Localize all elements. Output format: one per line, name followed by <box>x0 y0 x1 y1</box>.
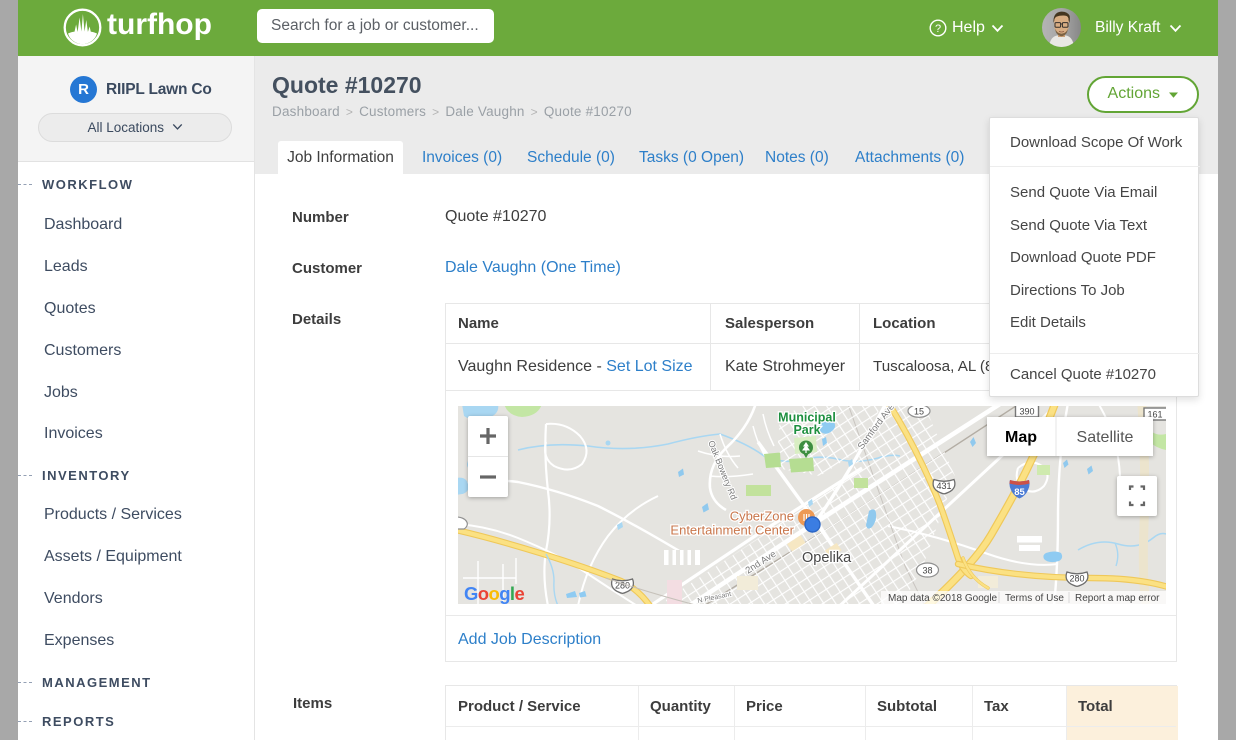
svg-text:Map: Map <box>1005 429 1037 446</box>
svg-text:Report a map error: Report a map error <box>1075 593 1160 604</box>
svg-text:Map data ©2018 Google: Map data ©2018 Google <box>888 593 998 604</box>
svg-text:390: 390 <box>1019 407 1034 417</box>
svg-text:Terms of Use: Terms of Use <box>1005 593 1064 604</box>
svg-text:Entertainment Center: Entertainment Center <box>670 523 794 538</box>
svg-text:Satellite: Satellite <box>1077 429 1134 446</box>
svg-text:?: ? <box>935 23 941 35</box>
svg-text:Google: Google <box>464 583 524 604</box>
svg-text:Park: Park <box>793 423 820 437</box>
svg-text:431: 431 <box>936 481 951 491</box>
svg-text:85: 85 <box>1014 487 1025 498</box>
svg-text:280: 280 <box>1069 574 1084 584</box>
svg-text:Opelika: Opelika <box>802 550 852 566</box>
svg-text:38: 38 <box>922 566 932 576</box>
svg-text:CyberZone: CyberZone <box>730 509 794 524</box>
svg-text:15: 15 <box>914 407 924 417</box>
